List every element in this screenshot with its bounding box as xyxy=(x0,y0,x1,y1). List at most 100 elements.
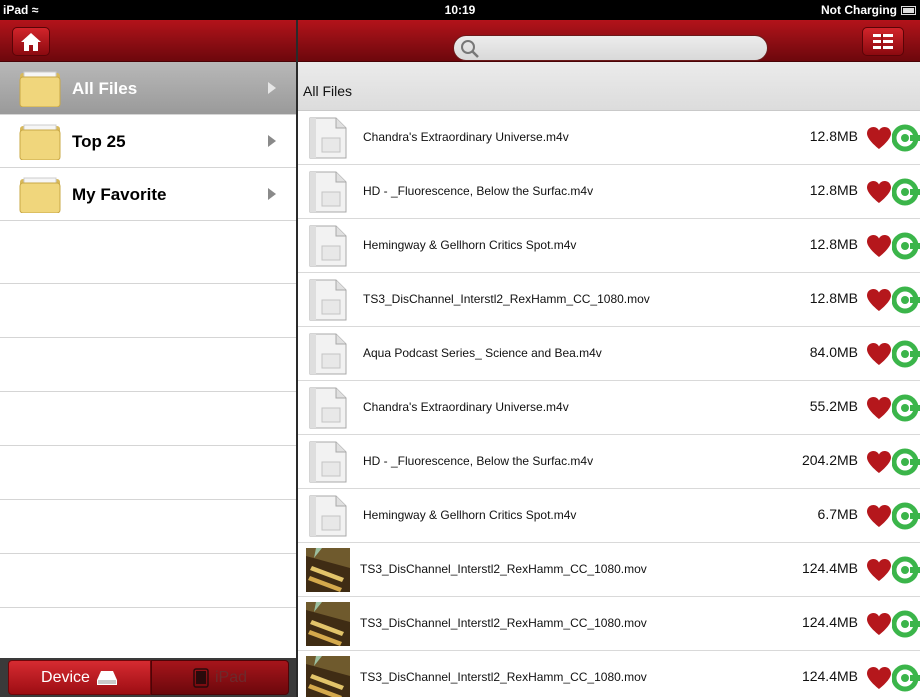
sidebar-item-all-files[interactable]: All Files xyxy=(0,62,296,115)
section-header: All Files xyxy=(298,62,920,111)
file-name: TS3_DisChannel_Interstl2_RexHamm_CC_1080… xyxy=(363,292,650,306)
sidebar-item-top-25[interactable]: Top 25 xyxy=(0,115,296,168)
file-list-panel: All Files Chandra's Extraordinary Univer… xyxy=(298,62,920,697)
share-icon[interactable] xyxy=(892,286,920,314)
chevron-right-icon xyxy=(268,82,276,94)
home-button[interactable] xyxy=(12,27,50,56)
storage-toggle-bar: Device iPad xyxy=(0,658,296,697)
sidebar-empty-row xyxy=(0,284,296,338)
file-size: 6.7MB xyxy=(817,506,858,522)
file-size: 12.8MB xyxy=(809,128,858,144)
video-thumbnail xyxy=(306,548,350,592)
chevron-right-icon xyxy=(268,135,276,147)
share-icon[interactable] xyxy=(892,556,920,584)
document-icon xyxy=(309,279,347,321)
search-input[interactable] xyxy=(484,38,758,60)
favorite-heart-icon[interactable] xyxy=(866,180,892,204)
sidebar-empty-row xyxy=(0,500,296,554)
file-size: 124.4MB xyxy=(801,668,858,684)
status-bar: iPad ≈ 10:19 Not Charging xyxy=(0,0,920,20)
file-size: 12.8MB xyxy=(809,290,858,306)
ipad-toggle-label: iPad xyxy=(214,668,248,686)
file-size: 124.4MB xyxy=(801,614,858,630)
view-menu-button[interactable] xyxy=(862,27,904,56)
file-row[interactable]: TS3_DisChannel_Interstl2_RexHamm_CC_1080… xyxy=(298,543,920,597)
sidebar-empty-row xyxy=(0,221,296,284)
battery-icon xyxy=(901,5,916,15)
favorite-heart-icon[interactable] xyxy=(866,288,892,312)
folder-icon xyxy=(19,124,61,160)
favorite-heart-icon[interactable] xyxy=(866,342,892,366)
device-toggle-button[interactable]: Device xyxy=(8,660,151,695)
share-icon[interactable] xyxy=(892,502,920,530)
sidebar-item-label: My Favorite xyxy=(72,185,167,204)
file-name: TS3_DisChannel_Interstl2_RexHamm_CC_1080… xyxy=(360,616,647,630)
document-icon xyxy=(309,441,347,483)
favorite-heart-icon[interactable] xyxy=(866,234,892,258)
file-size: 204.2MB xyxy=(801,452,858,468)
share-icon[interactable] xyxy=(892,340,920,368)
video-thumbnail xyxy=(306,602,350,646)
sidebar-toolbar xyxy=(0,20,296,62)
sidebar: All Files Top 25 My Favorite xyxy=(0,62,296,658)
sidebar-item-label: All Files xyxy=(72,79,138,98)
clock: 10:19 xyxy=(444,3,476,17)
file-size: 124.4MB xyxy=(801,560,858,576)
sidebar-empty-row xyxy=(0,338,296,392)
file-size: 12.8MB xyxy=(809,182,858,198)
file-row[interactable]: HD - _Fluorescence, Below the Surfac.m4v… xyxy=(298,165,920,219)
folder-icon xyxy=(19,177,61,213)
file-name: HD - _Fluorescence, Below the Surfac.m4v xyxy=(363,454,594,468)
file-row[interactable]: Chandra's Extraordinary Universe.m4v 55.2… xyxy=(298,381,920,435)
file-name: Aqua Podcast Series_ Science and Bea.m4v xyxy=(363,346,602,360)
battery-label: Not Charging xyxy=(821,3,897,17)
file-name: Hemingway & Gellhorn Critics Spot.m4v xyxy=(363,238,577,252)
chevron-right-icon xyxy=(268,188,276,200)
document-icon xyxy=(309,171,347,213)
video-thumbnail xyxy=(306,656,350,697)
file-name: Hemingway & Gellhorn Critics Spot.m4v xyxy=(363,508,577,522)
section-title: All Files xyxy=(303,83,353,99)
document-icon xyxy=(309,333,347,375)
share-icon[interactable] xyxy=(892,448,920,476)
share-icon[interactable] xyxy=(892,124,920,152)
favorite-heart-icon[interactable] xyxy=(866,666,892,690)
share-icon[interactable] xyxy=(892,610,920,638)
favorite-heart-icon[interactable] xyxy=(866,612,892,636)
ipad-icon xyxy=(193,667,209,688)
file-name: TS3_DisChannel_Interstl2_RexHamm_CC_1080… xyxy=(360,562,647,576)
file-row[interactable]: TS3_DisChannel_Interstl2_RexHamm_CC_1080… xyxy=(298,273,920,327)
favorite-heart-icon[interactable] xyxy=(866,450,892,474)
sidebar-item-label: Top 25 xyxy=(72,132,126,151)
drive-icon xyxy=(96,670,117,685)
ipad-toggle-button[interactable]: iPad xyxy=(151,660,289,695)
document-icon xyxy=(309,495,347,537)
grid-list-icon xyxy=(873,33,893,50)
file-row[interactable]: Hemingway & Gellhorn Critics Spot.m4v 12.… xyxy=(298,219,920,273)
folder-icon xyxy=(19,71,61,107)
file-size: 55.2MB xyxy=(809,398,858,414)
file-row[interactable]: TS3_DisChannel_Interstl2_RexHamm_CC_1080… xyxy=(298,597,920,651)
file-row[interactable]: Hemingway & Gellhorn Critics Spot.m4v 6.7… xyxy=(298,489,920,543)
sidebar-empty-row xyxy=(0,608,296,658)
share-icon[interactable] xyxy=(892,664,920,692)
device-toggle-label: Device xyxy=(41,668,90,686)
sidebar-empty-row xyxy=(0,446,296,500)
search-icon xyxy=(461,40,479,58)
share-icon[interactable] xyxy=(892,178,920,206)
file-row[interactable]: HD - _Fluorescence, Below the Surfac.m4v… xyxy=(298,435,920,489)
main-toolbar xyxy=(298,20,920,62)
favorite-heart-icon[interactable] xyxy=(866,396,892,420)
search-bar[interactable] xyxy=(453,35,768,61)
home-icon xyxy=(21,32,41,51)
favorite-heart-icon[interactable] xyxy=(866,504,892,528)
share-icon[interactable] xyxy=(892,394,920,422)
file-row[interactable]: Chandra's Extraordinary Universe.m4v 12.8… xyxy=(298,111,920,165)
sidebar-item-my-favorite[interactable]: My Favorite xyxy=(0,168,296,221)
file-name: TS3_DisChannel_Interstl2_RexHamm_CC_1080… xyxy=(360,670,647,684)
file-row[interactable]: TS3_DisChannel_Interstl2_RexHamm_CC_1080… xyxy=(298,651,920,697)
file-row[interactable]: Aqua Podcast Series_ Science and Bea.m4v… xyxy=(298,327,920,381)
favorite-heart-icon[interactable] xyxy=(866,126,892,150)
share-icon[interactable] xyxy=(892,232,920,260)
favorite-heart-icon[interactable] xyxy=(866,558,892,582)
